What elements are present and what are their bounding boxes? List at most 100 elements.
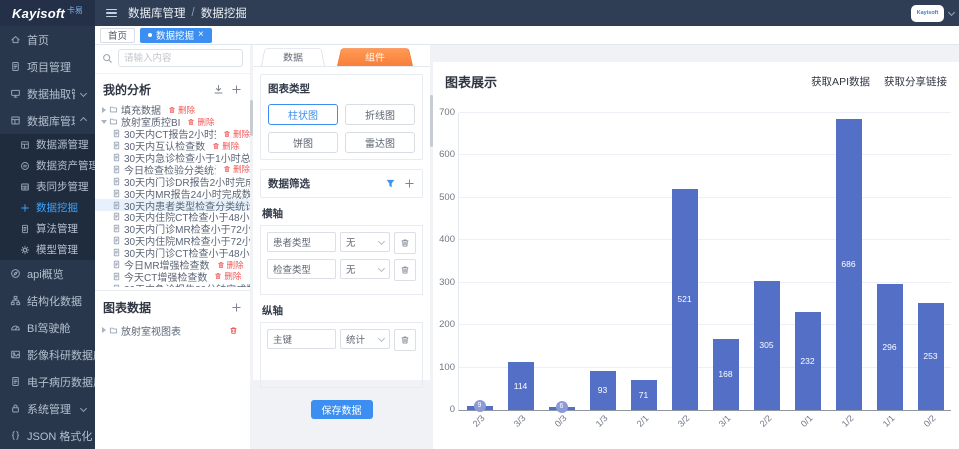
chart-type-button[interactable]: 柱状图 <box>268 104 338 125</box>
tab-home[interactable]: 首页 <box>100 28 135 43</box>
tree-item[interactable]: 30天内住院MR检查小于72小时总计 <box>95 235 250 247</box>
get-api-data-link[interactable]: 获取API数据 <box>811 74 870 89</box>
sidebar-item[interactable]: 首页 <box>0 26 95 53</box>
tab-data-mining[interactable]: 数据挖掘 <box>140 28 212 43</box>
chart-plot: 010020030040050060070092/31143/360/3931/… <box>458 113 951 411</box>
sidebar-item[interactable]: 表同步管理 <box>0 176 95 197</box>
bar-value-label: 296 <box>871 342 909 352</box>
filter-icon[interactable] <box>385 178 396 189</box>
sidebar-item[interactable]: 数据抽取管理 <box>0 80 95 107</box>
tree-item-label: 今日MR增强检查数 <box>124 259 210 271</box>
sidebar-item-label: 系统管理 <box>27 401 71 417</box>
field-name-input[interactable]: 患者类型 <box>267 232 336 252</box>
datasource-icon <box>20 140 30 150</box>
chart-type-button[interactable]: 饼图 <box>268 132 338 153</box>
sidebar-item[interactable]: 项目管理 <box>0 53 95 80</box>
search-icon[interactable] <box>102 53 113 64</box>
search-input[interactable] <box>118 49 243 67</box>
tree-item[interactable]: 今日MR增强检查数删除 <box>95 259 250 271</box>
delete-icon <box>214 272 222 280</box>
add-chart-data-icon[interactable] <box>231 302 242 313</box>
sidebar-item[interactable]: 影像科研数据库 <box>0 341 95 368</box>
breadcrumb-item[interactable]: 数据库管理 <box>128 5 186 21</box>
chart-type-button[interactable]: 雷达图 <box>345 132 415 153</box>
scrollbar-thumb[interactable] <box>250 100 253 136</box>
tab-component[interactable]: 组件 <box>337 48 413 66</box>
sidebar-item[interactable]: 数据挖掘 <box>0 197 95 218</box>
delete-button[interactable]: 删除 <box>187 116 214 128</box>
sidebar-item[interactable]: 算法管理 <box>0 218 95 239</box>
chart-type-button[interactable]: 折线图 <box>345 104 415 125</box>
tree-item[interactable]: 30天内互认检查数删除 <box>95 140 250 152</box>
bar-slot: 6861/2 <box>828 113 869 410</box>
delete-row-button[interactable] <box>394 329 416 351</box>
collapse-menu-icon[interactable] <box>106 9 117 18</box>
chart-data-list: 放射室视图表 <box>95 322 250 338</box>
close-tab-icon[interactable] <box>198 30 204 40</box>
bar-value-label: 93 <box>584 385 622 395</box>
aggregation-value: 无 <box>346 262 356 276</box>
delete-button[interactable]: 删除 <box>217 259 244 271</box>
tree-item[interactable]: 30天内患者类型检查分类统计 <box>95 199 250 211</box>
sidebar-item[interactable]: 电子病历数据质控 <box>0 368 95 395</box>
aggregation-select[interactable]: 无 <box>340 232 390 252</box>
json-icon <box>10 430 21 441</box>
field-name-input[interactable]: 检查类型 <box>267 259 336 279</box>
breadcrumb-item-current: 数据挖掘 <box>201 5 247 21</box>
home-icon <box>10 34 21 45</box>
sidebar-item[interactable]: 数据源管理 <box>0 134 95 155</box>
delete-chart-data-button[interactable] <box>229 326 238 335</box>
tree-item[interactable]: 30天内门诊DR报告2小时完成数 <box>95 175 250 187</box>
sidebar-item[interactable]: 结构化数据 <box>0 287 95 314</box>
sidebar-item-label: 数据源管理 <box>36 137 89 152</box>
get-share-link[interactable]: 获取分享链接 <box>884 74 947 89</box>
sidebar-item[interactable]: 模型管理 <box>0 239 95 260</box>
sidebar-item[interactable]: 系统管理 <box>0 395 95 422</box>
save-data-button[interactable]: 保存数据 <box>311 400 373 419</box>
delete-row-button[interactable] <box>394 259 416 281</box>
caret-down-icon <box>101 120 107 124</box>
tree-item[interactable]: 30天内门诊CT检查小于48小时总计 <box>95 247 250 259</box>
chart-data-item[interactable]: 放射室视图表 <box>95 322 250 338</box>
sidebar: 首页项目管理数据抽取管理数据库管理数据源管理数据资产管理表同步管理数据挖掘算法管… <box>0 26 95 449</box>
delete-button[interactable]: 删除 <box>212 140 239 152</box>
tree-item[interactable]: 30天内门诊MR检查小于72小时总计 <box>95 223 250 235</box>
sidebar-item[interactable]: BI驾驶舱 <box>0 314 95 341</box>
field-name-input[interactable]: 主键 <box>267 329 336 349</box>
x-axis-tick-label: 2/1 <box>635 413 651 429</box>
tree-item-label: 30天内住院CT检查小于48小时总计 <box>124 211 250 223</box>
aggregation-select[interactable]: 无 <box>340 259 390 279</box>
delete-button[interactable]: 删除 <box>223 163 250 175</box>
bar: 305 <box>754 281 780 410</box>
tree-item[interactable]: 30天内MR报告24小时完成数 <box>95 187 250 199</box>
bar-value-label: 71 <box>625 390 663 400</box>
sidebar-item-label: 数据库管理 <box>27 113 75 129</box>
sidebar-item[interactable]: 数据资产管理 <box>0 155 95 176</box>
tree-item[interactable]: 30天内急诊报告30分钟完成数 <box>95 282 250 287</box>
tree-item[interactable]: 30天内CT报告2小时完成数删除 <box>95 128 250 140</box>
sidebar-item[interactable]: 数据库管理 <box>0 107 95 134</box>
tree-item-label: 今天CT增强检查数 <box>124 270 207 282</box>
delete-row-button[interactable] <box>394 232 416 254</box>
tree-item[interactable]: 放射室质控BI删除 <box>95 116 250 128</box>
add-analysis-icon[interactable] <box>231 84 242 95</box>
sidebar-item[interactable]: JSON 格式化 <box>0 422 95 449</box>
bar: 6 <box>549 407 575 410</box>
tree-item[interactable]: 今日检查检验分类统计删除 <box>95 163 250 175</box>
import-icon[interactable] <box>213 84 224 95</box>
tab-data[interactable]: 数据 <box>261 48 325 66</box>
bar-slot: 712/1 <box>623 113 664 410</box>
delete-button[interactable]: 删除 <box>223 128 250 140</box>
tree-item[interactable]: 填充数据删除 <box>95 104 250 116</box>
scrollbar-thumb[interactable] <box>430 95 433 147</box>
tree-item[interactable]: 今天CT增强检查数删除 <box>95 270 250 282</box>
tree-item-label: 30天内互认检查数 <box>124 140 205 152</box>
delete-button[interactable]: 删除 <box>214 270 241 282</box>
aggregation-select[interactable]: 统计 <box>340 329 390 349</box>
add-filter-icon[interactable] <box>404 178 415 189</box>
user-badge[interactable]: Kayisoft <box>911 5 944 22</box>
delete-button[interactable]: 删除 <box>168 104 195 116</box>
tree-item[interactable]: 30天内急诊检查小于1小时总计 <box>95 152 250 164</box>
tree-item[interactable]: 30天内住院CT检查小于48小时总计 <box>95 211 250 223</box>
sidebar-item[interactable]: api概览 <box>0 260 95 287</box>
